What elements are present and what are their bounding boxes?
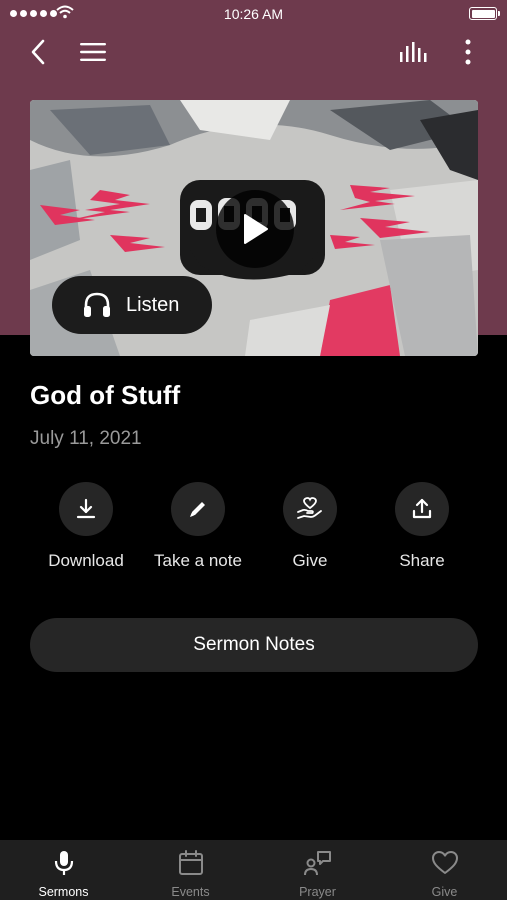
share-button[interactable]: Share [362,482,482,571]
take-note-button[interactable]: Take a note [138,482,258,571]
take-note-label: Take a note [154,551,242,570]
headphones-icon [84,292,110,317]
tab-prayer-label: Prayer [299,885,336,899]
download-icon [76,498,96,519]
heart-icon [431,851,458,874]
listen-button[interactable]: Listen [52,276,212,334]
give-circle [283,482,337,536]
back-button[interactable] [22,36,54,68]
tab-events[interactable]: Events [127,840,254,900]
tab-sermons-label: Sermons [38,885,89,899]
take-note-circle [171,482,225,536]
status-bar: 10:26 AM [0,0,507,28]
tab-events-label: Events [171,885,210,899]
equalizer-icon [400,42,427,62]
sermon-notes-button[interactable]: Sermon Notes [30,618,478,672]
share-circle [395,482,449,536]
download-circle [59,482,113,536]
pencil-icon [190,502,205,517]
share-icon [412,498,432,519]
tab-prayer[interactable]: Prayer [254,840,381,900]
hamburger-icon [80,43,106,61]
calendar-icon [178,850,203,875]
share-label: Share [399,551,445,570]
play-icon [244,214,268,244]
tab-bar: Sermons Events Prayer Give [0,840,507,900]
play-button[interactable] [216,190,294,268]
download-button[interactable]: Download [26,482,146,571]
tab-sermons[interactable]: Sermons [0,840,127,900]
battery-icon [469,7,500,20]
tab-give[interactable]: Give [381,840,507,900]
status-time: 10:26 AM [223,6,284,22]
more-options-button[interactable] [454,36,482,68]
listen-label: Listen [126,293,180,316]
action-row: Download Take a note Give Share [0,482,507,582]
sermon-date: July 11, 2021 [30,428,142,449]
give-label: Give [292,551,328,570]
heart-hand-icon [297,497,322,519]
microphone-icon [54,851,73,875]
tab-give-label: Give [431,885,458,899]
menu-button[interactable] [76,36,110,68]
download-label: Download [48,551,124,570]
more-vertical-icon [465,39,471,65]
sermon-title: God of Stuff [30,380,181,410]
give-action-button[interactable]: Give [250,482,370,571]
audio-levels-button[interactable] [396,36,432,68]
prayer-icon [303,851,331,876]
chevron-left-icon [31,39,45,65]
